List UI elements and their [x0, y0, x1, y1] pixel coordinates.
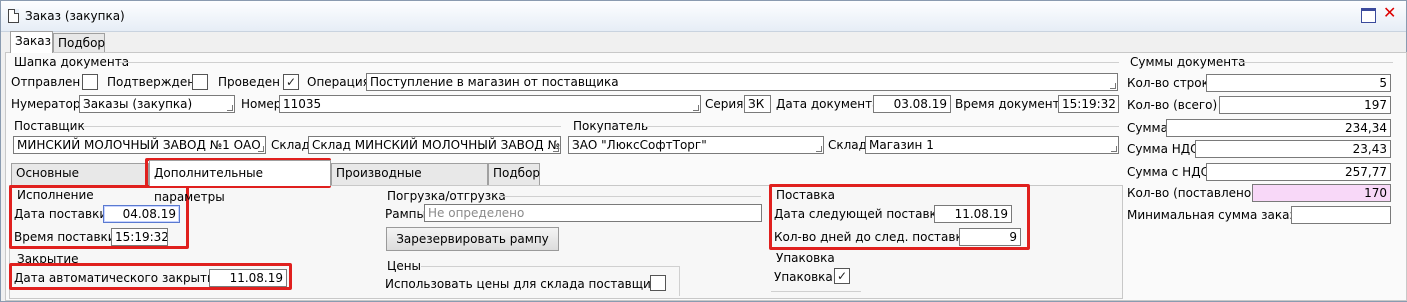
- tab-selection-inner-label: Подбор: [493, 166, 541, 180]
- total-row-label: Сумма НДС: [1127, 142, 1199, 156]
- posted-checkbox[interactable]: ✓: [283, 74, 299, 90]
- doc-date-label: Дата документа: [776, 97, 880, 111]
- prices-group-title: Цены: [387, 259, 422, 273]
- delivery-time-label: Время поставки: [14, 230, 116, 244]
- tab-selection-label: Подбор: [58, 36, 106, 50]
- group-divider: [119, 62, 1119, 63]
- close-icon[interactable]: ✕: [1383, 5, 1396, 21]
- ramps-label: Рампы: [385, 207, 426, 221]
- packaging-label: Упаковка: [774, 270, 833, 284]
- total-row-label: Кол-во (всего): [1127, 98, 1218, 112]
- group-divider: [771, 291, 861, 292]
- buyer-field[interactable]: ЗАО "ЛюксСофтТорг": [568, 136, 824, 154]
- buyer-group-title: Покупатель: [573, 119, 649, 133]
- total-row-label: Минимальная сумма заказа: [1127, 208, 1304, 222]
- tab-additional-params[interactable]: Дополнительные параметры: [149, 160, 331, 204]
- buyer-warehouse-label: Склад: [828, 138, 867, 152]
- tab-order[interactable]: Заказ: [10, 31, 53, 53]
- doc-date-field[interactable]: 03.08.19: [873, 95, 951, 113]
- group-divider: [1237, 62, 1393, 63]
- supplier-field[interactable]: МИНСКИЙ МОЛОЧНЫЙ ЗАВОД №1 ОАО: [13, 136, 266, 154]
- execution-group-title: Исполнение: [17, 188, 94, 202]
- operation-value: Поступление в магазин от поставщика: [370, 75, 619, 89]
- group-divider: [499, 196, 761, 197]
- delivery-date-label: Дата поставки: [14, 207, 108, 221]
- total-row-label: Сумма: [1127, 121, 1168, 135]
- group-divider: [83, 126, 561, 127]
- delivery-group-title: Поставка: [776, 188, 835, 202]
- confirmed-label: Подтвержден: [107, 75, 196, 89]
- use-supplier-prices-label: Использовать цены для склада поставщика: [385, 277, 666, 291]
- use-supplier-prices-checkbox[interactable]: [650, 275, 666, 291]
- buyer-warehouse-field[interactable]: Магазин 1: [865, 136, 1119, 154]
- totals-group-title: Суммы документа: [1130, 55, 1246, 69]
- total-row-value: 234,34: [1166, 119, 1391, 137]
- closing-group-title: Закрытие: [17, 252, 79, 266]
- document-icon: [8, 9, 19, 23]
- next-delivery-label: Дата следующей поставки: [774, 207, 945, 221]
- packaging-group-title: Упаковка: [776, 251, 835, 265]
- auto-close-label: Дата автоматического закрытия: [14, 271, 223, 285]
- delivered-qty-value: 170: [1252, 184, 1391, 202]
- tab-order-label: Заказ: [15, 34, 52, 48]
- maximize-icon[interactable]: [1361, 8, 1376, 23]
- window-title: Заказ (закупка): [25, 9, 125, 23]
- reserve-ramp-button[interactable]: Зарезервировать рампу: [386, 227, 559, 251]
- days-to-next-field[interactable]: 9: [959, 228, 1021, 246]
- buyer-value: ЗАО "ЛюксСофтТорг": [572, 138, 707, 152]
- confirmed-checkbox[interactable]: [192, 74, 208, 90]
- supplier-warehouse-label: Склад: [271, 138, 310, 152]
- order-window: Заказ (закупка) ✕ Заказ Подбор Шапка док…: [0, 0, 1407, 302]
- group-divider: [421, 266, 679, 267]
- group-divider: [679, 266, 680, 296]
- supplier-warehouse-value: Склад МИНСКИЙ МОЛОЧНЫЙ ЗАВОД №...: [312, 138, 561, 152]
- numerator-field[interactable]: Заказы (закупка): [79, 95, 235, 113]
- series-label: Серия: [705, 97, 744, 111]
- number-field[interactable]: 11035: [279, 95, 701, 113]
- tab-selection-inner[interactable]: Подбор: [488, 163, 540, 185]
- doc-time-field[interactable]: 15:19:32: [1058, 95, 1119, 113]
- delivery-time-field[interactable]: 15:19:32: [111, 228, 168, 246]
- posted-label: Проведен: [218, 75, 280, 89]
- number-value: 11035: [283, 97, 322, 111]
- buyer-warehouse-value: Магазин 1: [869, 138, 934, 152]
- total-row-label: Кол-во строк: [1127, 76, 1209, 90]
- loading-group-title: Погрузка/отгрузка: [387, 189, 506, 203]
- supplier-group-title: Поставщик: [14, 119, 85, 133]
- packaging-checkbox[interactable]: ✓: [834, 268, 850, 284]
- supplier-warehouse-field[interactable]: Склад МИНСКИЙ МОЛОЧНЫЙ ЗАВОД №...: [308, 136, 561, 154]
- numerator-value: Заказы (закупка): [83, 97, 193, 111]
- min-order-sum-field[interactable]: [1291, 206, 1391, 224]
- supplier-value: МИНСКИЙ МОЛОЧНЫЙ ЗАВОД №1 ОАО: [17, 138, 261, 152]
- doc-time-label: Время документа: [955, 97, 1067, 111]
- header-group-title: Шапка документа: [14, 55, 130, 69]
- number-label: Номер: [241, 97, 282, 111]
- auto-close-field[interactable]: 11.08.19: [209, 269, 287, 287]
- operation-label: Операция: [307, 75, 370, 89]
- sent-checkbox[interactable]: [82, 74, 98, 90]
- total-row-value: 23,43: [1195, 140, 1391, 158]
- title-bar: Заказ (закупка) ✕: [1, 1, 1406, 32]
- sent-label: Отправлен: [11, 75, 81, 89]
- next-delivery-field[interactable]: 11.08.19: [934, 205, 1012, 223]
- numerator-label: Нумератор: [11, 97, 81, 111]
- ramps-field[interactable]: Не определено: [424, 204, 762, 222]
- total-row-value: 5: [1206, 74, 1391, 92]
- total-row-label: Сумма с НДС: [1127, 165, 1209, 179]
- operation-field[interactable]: Поступление в магазин от поставщика: [366, 73, 1118, 91]
- series-field[interactable]: ЗК: [744, 95, 771, 113]
- total-row-label: Кол-во (поставлено): [1127, 186, 1256, 200]
- total-row-value: 257,77: [1206, 163, 1391, 181]
- total-row-value: 197: [1219, 96, 1391, 114]
- group-divider: [644, 126, 1119, 127]
- tab-selection[interactable]: Подбор: [53, 33, 105, 53]
- tab-derived-docs[interactable]: Производные документы: [331, 163, 488, 199]
- days-to-next-label: Кол-во дней до след. поставки: [774, 230, 971, 244]
- tab-main-params[interactable]: Основные параметры: [11, 163, 149, 199]
